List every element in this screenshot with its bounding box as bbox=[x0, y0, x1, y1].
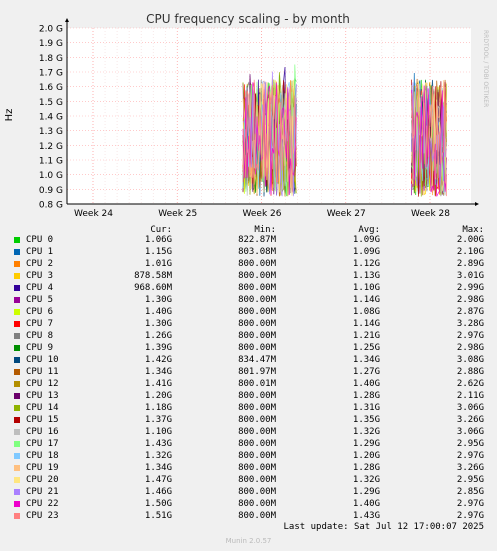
x-axis-arrow bbox=[475, 202, 479, 206]
y-axis-arrow bbox=[65, 18, 69, 22]
x-tick-label: Week 24 bbox=[74, 209, 113, 219]
x-tick-labels: Week 24 Week 25 Week 26 Week 27 Week 28 bbox=[74, 209, 450, 219]
chart-title: CPU frequency scaling - by month bbox=[146, 12, 350, 26]
y-tick-label: 1.2 G bbox=[39, 142, 63, 152]
y-tick-label: 2.0 G bbox=[39, 25, 63, 35]
rrdtool-watermark: RRDTOOL / TOBI OETIKER bbox=[482, 30, 489, 107]
y-axis-label: Hz bbox=[4, 109, 15, 122]
y-tick-label: 1.1 G bbox=[39, 157, 63, 167]
y-tick-label: 1.4 G bbox=[39, 113, 63, 123]
y-tick-label: 0.9 G bbox=[39, 186, 63, 196]
x-tick-label: Week 28 bbox=[411, 209, 450, 219]
y-tick-label: 1.8 G bbox=[39, 54, 63, 64]
chart: CPU frequency scaling - by month Hz RRDT… bbox=[4, 12, 489, 219]
x-tick-label: Week 27 bbox=[327, 209, 366, 219]
y-tick-label: 1.0 G bbox=[39, 171, 63, 181]
y-tick-label: 1.9 G bbox=[39, 39, 63, 49]
y-tick-label: 1.3 G bbox=[39, 127, 63, 137]
x-tick-label: Week 26 bbox=[243, 209, 282, 219]
y-tick-label: 1.6 G bbox=[39, 83, 63, 93]
y-tick-labels: 0.8 G 0.9 G 1.0 G 1.1 G 1.2 G 1.3 G 1.4 G 1.5 G… bbox=[39, 25, 63, 211]
y-tick-label: 1.5 G bbox=[39, 98, 63, 108]
x-tick-label: Week 25 bbox=[158, 209, 197, 219]
y-tick-label: 0.8 G bbox=[39, 201, 63, 211]
y-tick-label: 1.7 G bbox=[39, 69, 63, 79]
